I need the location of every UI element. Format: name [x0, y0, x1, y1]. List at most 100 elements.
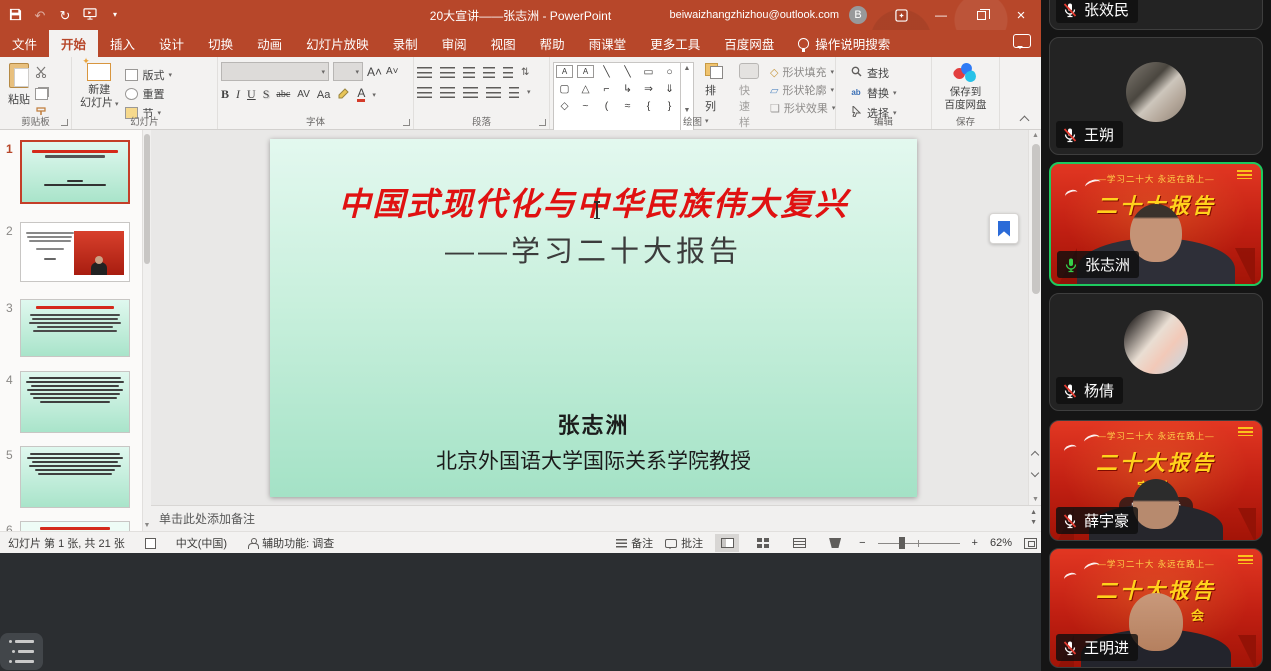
shape-outline-button[interactable]: ▱形状轮廓▾	[770, 83, 835, 97]
font-size-select[interactable]: ▾	[333, 62, 363, 81]
participant-tile[interactable]: 杨倩	[1049, 293, 1263, 411]
character-spacing-button[interactable]: AV	[297, 89, 310, 100]
clipboard-dialog-launcher[interactable]	[61, 119, 68, 126]
collapse-ribbon-icon[interactable]	[1020, 114, 1029, 123]
tab-more-tools[interactable]: 更多工具	[638, 30, 712, 57]
cut-icon[interactable]	[35, 65, 48, 83]
align-right-icon[interactable]	[463, 87, 478, 98]
font-dialog-launcher[interactable]	[403, 119, 410, 126]
tab-help[interactable]: 帮助	[528, 30, 577, 57]
text-direction-icon[interactable]: ⇅	[521, 67, 529, 78]
zoom-slider[interactable]	[878, 536, 960, 550]
participant-tile-active-speaker[interactable]: —学习二十大 永远在路上— 二十大报告 张志洲	[1049, 162, 1263, 286]
tab-design[interactable]: 设计	[147, 30, 196, 57]
shape-fill-button[interactable]: ◇形状填充▾	[770, 65, 835, 79]
spellcheck-icon[interactable]	[145, 538, 156, 549]
find-button[interactable]: 查找	[849, 64, 928, 81]
account-email[interactable]: beiwaizhangzhizhou@outlook.com	[669, 9, 839, 21]
increase-font-icon[interactable]: A˄	[367, 65, 382, 79]
slide-affiliation[interactable]: 北京外国语大学国际关系学院教授	[270, 445, 917, 475]
tab-baidu-netdisk[interactable]: 百度网盘	[712, 30, 786, 57]
save-to-baidu-button[interactable]: 保存到 百度网盘	[935, 62, 996, 112]
bold-button[interactable]: B	[221, 87, 229, 102]
decrease-font-icon[interactable]: A˅	[386, 66, 399, 77]
reset-button[interactable]: 重置	[125, 85, 172, 102]
tab-home[interactable]: 开始	[49, 30, 98, 57]
minimize-button[interactable]: —	[921, 0, 961, 30]
replace-button[interactable]: ab 替换▾	[849, 84, 928, 101]
tab-transitions[interactable]: 切换	[196, 30, 245, 57]
change-case-button[interactable]: Aa	[317, 89, 330, 101]
tab-rain-classroom[interactable]: 雨课堂	[577, 30, 639, 57]
zoom-percentage[interactable]: 62%	[990, 537, 1012, 549]
bullets-icon[interactable]	[417, 67, 432, 78]
tab-insert[interactable]: 插入	[98, 30, 147, 57]
underline-button[interactable]: U	[247, 87, 256, 102]
fit-to-window-icon[interactable]	[1024, 538, 1037, 549]
zoom-out-button[interactable]: −	[859, 537, 865, 549]
slide-subtitle[interactable]: ——学习二十大报告	[270, 228, 917, 270]
strikethrough-button[interactable]: abc	[276, 89, 290, 100]
align-center-icon[interactable]	[440, 87, 455, 98]
increase-indent-icon[interactable]	[483, 67, 495, 78]
decrease-indent-icon[interactable]	[463, 67, 475, 78]
thumbnail-slide-1[interactable]: 1	[20, 140, 130, 204]
participant-tile[interactable]: —学习二十大 永远在路上— 二十大报告 会 支 王明进	[1049, 548, 1263, 668]
tab-file[interactable]: 文件	[0, 30, 49, 57]
slideshow-view-button[interactable]	[823, 534, 847, 552]
restore-button[interactable]	[961, 0, 1001, 30]
line-spacing-icon[interactable]	[503, 67, 513, 78]
slide-canvas[interactable]: 中国式现代化与中华民族伟大复兴 ——学习二十大报告 张志洲 北京外国语大学国际关…	[270, 139, 917, 497]
shape-effects-button[interactable]: ❏形状效果▾	[770, 101, 835, 115]
slide-sorter-view-button[interactable]	[751, 534, 775, 552]
thumbnail-slide-2[interactable]: 2	[20, 222, 130, 282]
ribbon-display-options-icon[interactable]	[881, 0, 921, 30]
thumbnail-slide-4[interactable]: 4	[20, 371, 130, 433]
notes-resize-buttons[interactable]: ▲▼	[1030, 509, 1037, 526]
participant-tile[interactable]: 张效民	[1049, 0, 1263, 30]
comments-panel-icon[interactable]	[1013, 34, 1031, 48]
accessibility-checker[interactable]: 辅助功能: 调查	[247, 535, 334, 551]
tab-review[interactable]: 审阅	[430, 30, 479, 57]
align-left-icon[interactable]	[417, 87, 432, 98]
thumbnail-scrollbar[interactable]: ▼	[143, 130, 151, 531]
reading-view-button[interactable]	[787, 534, 811, 552]
notes-pane[interactable]: 单击此处添加备注 ▲▼	[151, 505, 1041, 531]
new-slide-button[interactable]: 新建 幻灯片 ▾	[75, 62, 123, 121]
paste-icon	[9, 63, 29, 88]
previous-slide-button[interactable]	[1031, 450, 1040, 459]
text-shadow-button[interactable]: S	[263, 87, 270, 102]
slide-author[interactable]: 张志洲	[270, 408, 917, 440]
close-button[interactable]: ×	[1001, 0, 1041, 30]
participant-tile[interactable]: 王朔	[1049, 37, 1263, 155]
account-avatar[interactable]: B	[849, 6, 867, 24]
vertical-scrollbar[interactable]: ▲ ▼	[1028, 130, 1041, 505]
notes-toggle[interactable]: 备注	[616, 535, 653, 551]
columns-icon[interactable]	[509, 87, 519, 98]
numbering-icon[interactable]	[440, 67, 455, 78]
justify-icon[interactable]	[486, 87, 501, 98]
thumbnail-slide-3[interactable]: 3	[20, 299, 130, 357]
tab-view[interactable]: 视图	[479, 30, 528, 57]
thumbnail-slide-5[interactable]: 5	[20, 446, 130, 508]
comments-toggle[interactable]: 批注	[665, 535, 703, 551]
italic-button[interactable]: I	[236, 87, 240, 102]
paragraph-dialog-launcher[interactable]	[539, 119, 546, 126]
next-slide-button[interactable]	[1031, 468, 1040, 477]
layout-button[interactable]: 版式▾	[125, 66, 172, 83]
highlight-pen-icon[interactable]	[337, 87, 350, 102]
participant-tile[interactable]: —学习二十大 永远在路上— 二十大报告 宣讲 国际关系学 薛宇豪	[1049, 420, 1263, 541]
copy-icon[interactable]	[35, 88, 48, 100]
font-color-button[interactable]: A	[357, 87, 365, 102]
language-indicator[interactable]: 中文(中国)	[176, 535, 227, 551]
normal-view-button[interactable]	[715, 534, 739, 552]
thumbnail-slide-6[interactable]: 6	[20, 521, 130, 531]
font-name-select[interactable]: ▾	[221, 62, 329, 81]
zoom-in-button[interactable]: +	[972, 537, 978, 549]
tab-slideshow[interactable]: 幻灯片放映	[294, 30, 381, 57]
tab-record[interactable]: 录制	[381, 30, 430, 57]
meeting-list-button[interactable]	[0, 633, 43, 670]
tab-animations[interactable]: 动画	[245, 30, 294, 57]
tell-me-search[interactable]: 操作说明搜索	[786, 30, 902, 57]
bookmark-button[interactable]	[989, 213, 1019, 244]
